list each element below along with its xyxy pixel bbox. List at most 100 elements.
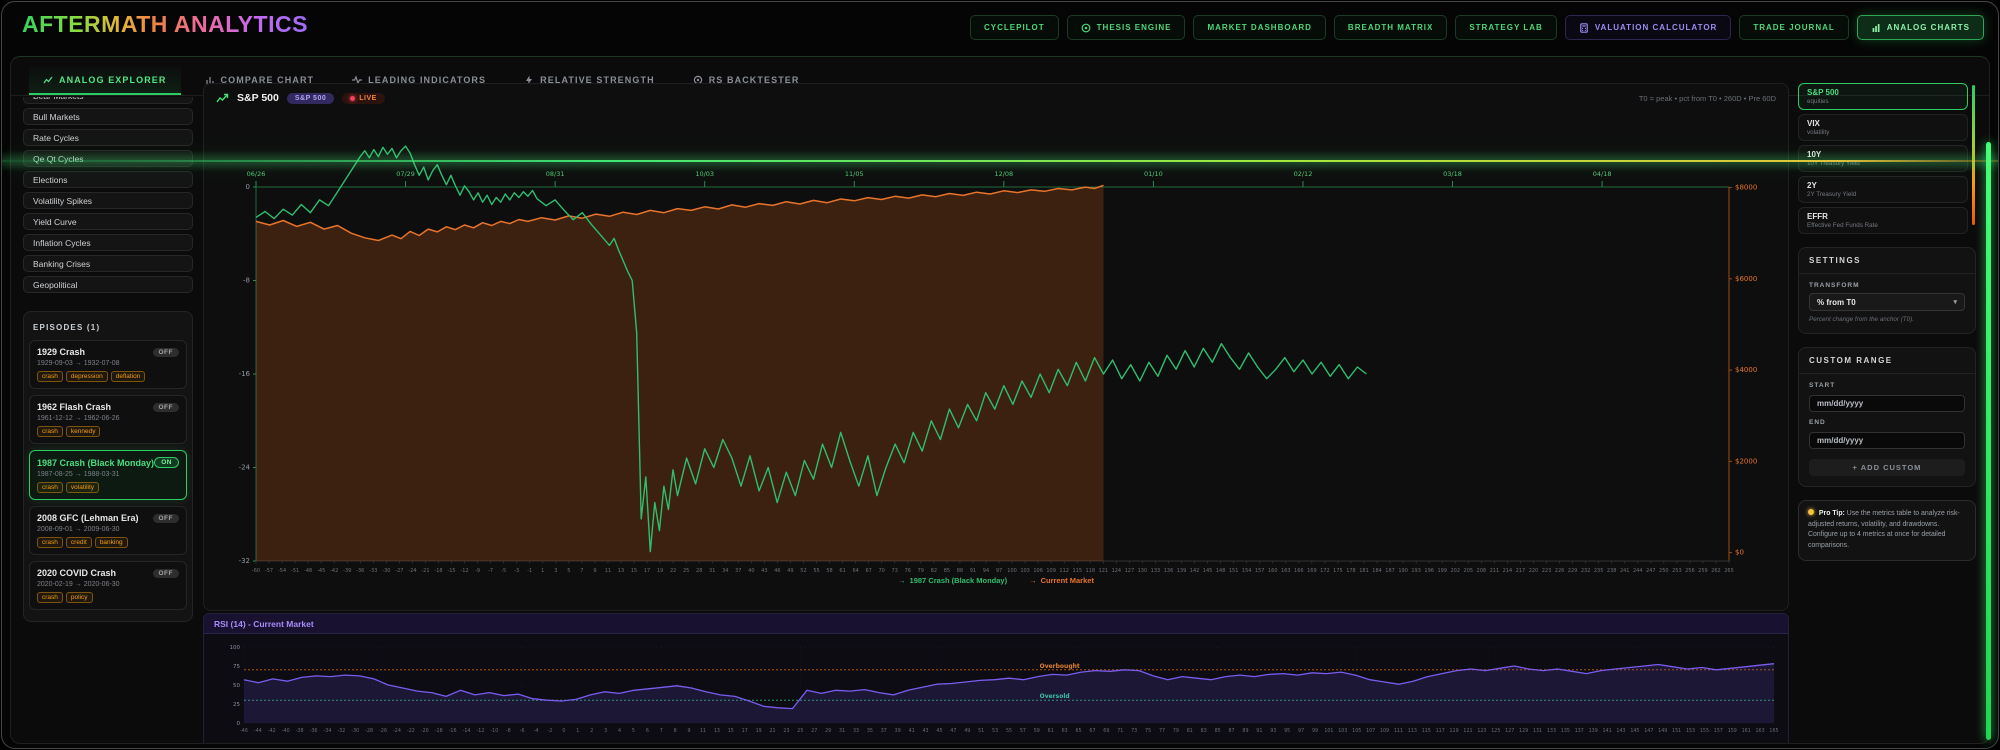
metric-list-scrollbar[interactable] (1972, 85, 1975, 225)
svg-text:69: 69 (1103, 728, 1109, 734)
nav-button-breadth-matrix[interactable]: BREADTH MATRIX (1333, 15, 1448, 40)
svg-text:117: 117 (1436, 728, 1445, 734)
episode-list: 1929 Crash OFF 1929-09-03 → 1932-07-08 cras… (29, 340, 187, 610)
episode-tag: crash (37, 426, 63, 437)
add-custom-button[interactable]: + ADD CUSTOM (1809, 459, 1965, 476)
episode-toggle[interactable]: OFF (152, 347, 179, 357)
svg-text:172: 172 (1320, 568, 1330, 574)
sidebar-item-banking-crises[interactable]: Banking Crises (23, 255, 193, 272)
nav-button-analog-charts[interactable]: ANALOG CHARTS (1856, 15, 1984, 40)
svg-text:99: 99 (1312, 728, 1318, 734)
episode-title: 2008 GFC (Lehman Era) (37, 513, 139, 523)
svg-text:142: 142 (1190, 568, 1200, 574)
episode-toggle[interactable]: ON (154, 457, 179, 468)
svg-text:85: 85 (1215, 728, 1221, 734)
live-dot-icon (350, 95, 356, 101)
svg-text:163: 163 (1756, 728, 1765, 734)
episode-toggle[interactable]: OFF (152, 568, 179, 578)
svg-text:47: 47 (950, 728, 956, 734)
settings-body: TRANSFORM % from T0 ▾ Percent change fro… (1799, 274, 1975, 333)
end-date-input[interactable] (1809, 432, 1965, 449)
sidebar-item-yield-curve[interactable]: Yield Curve (23, 213, 193, 230)
sidebar-item-elections[interactable]: Elections (23, 171, 193, 188)
custom-range-panel: CUSTOM RANGE START END + ADD CUSTOM (1798, 347, 1976, 487)
sidebar-item-inflation-cycles[interactable]: Inflation Cycles (23, 234, 193, 251)
episode-card[interactable]: 2020 COVID Crash OFF 2020-02-19 → 2020-06-… (29, 561, 187, 610)
svg-text:76: 76 (905, 568, 911, 574)
transform-select[interactable]: % from T0 ▾ (1809, 293, 1965, 311)
sidebar-item-bear-markets[interactable]: Bear Markets (23, 97, 193, 104)
metric-card-2y[interactable]: 2Y 2Y Treasury Yield (1798, 176, 1968, 203)
episode-tag: volatility (65, 482, 100, 493)
sidebar-item-qe-qt-cycles[interactable]: Qe Qt Cycles (23, 150, 193, 167)
svg-text:205: 205 (1464, 568, 1474, 574)
sidebar-item-bull-markets[interactable]: Bull Markets (23, 108, 193, 125)
main-panel: ANALOG EXPLORER COMPARE CHART LEADING INDI… (10, 56, 1990, 744)
sidebar-item-volatility-spikes[interactable]: Volatility Spikes (23, 192, 193, 209)
metric-card-effr[interactable]: EFFR Effective Fed Funds Rate (1798, 207, 1968, 234)
nav-button-cyclepilot[interactable]: CYCLEPILOT (970, 15, 1059, 40)
nav-button-label: ANALOG CHARTS (1886, 23, 1970, 32)
svg-text:223: 223 (1542, 568, 1552, 574)
svg-text:154: 154 (1242, 568, 1252, 574)
page-scrollbar[interactable] (1986, 142, 1991, 740)
svg-text:61: 61 (839, 568, 845, 574)
tab-analog-explorer[interactable]: ANALOG EXPLORER (29, 67, 181, 95)
svg-text:262: 262 (1711, 568, 1721, 574)
svg-text:214: 214 (1503, 568, 1513, 574)
episode-card[interactable]: 1987 Crash (Black Monday) ON 1987-08-25 → … (29, 450, 187, 500)
svg-text:103: 103 (1338, 728, 1347, 734)
svg-text:46: 46 (774, 568, 780, 574)
nav-button-label: STRATEGY LAB (1469, 23, 1543, 32)
svg-text:97: 97 (996, 568, 1002, 574)
svg-text:265: 265 (1724, 568, 1734, 574)
app-title: AFTERMATH ANALYTICS (22, 11, 308, 37)
sidebar-item-geopolitical[interactable]: Geopolitical (23, 276, 193, 293)
start-date-input[interactable] (1809, 395, 1965, 412)
svg-text:-16: -16 (239, 370, 251, 378)
svg-text:11/05: 11/05 (845, 170, 864, 178)
svg-text:157: 157 (1714, 728, 1723, 734)
svg-text:71: 71 (1117, 728, 1123, 734)
svg-text:129: 129 (1519, 728, 1528, 734)
svg-text:5: 5 (632, 728, 635, 734)
chart-icon (1872, 23, 1880, 32)
chevron-down-icon: ▾ (1953, 299, 1957, 306)
episode-card[interactable]: 1962 Flash Crash OFF 1961-12-12 → 1962-06-… (29, 395, 187, 444)
live-badge-label: LIVE (359, 94, 377, 102)
nav-button-market-dashboard[interactable]: MARKET DASHBOARD (1193, 15, 1326, 40)
svg-text:10/03: 10/03 (695, 170, 714, 178)
episode-toggle[interactable]: OFF (152, 513, 179, 523)
svg-text:145: 145 (1203, 568, 1213, 574)
metric-card-vix[interactable]: VIX volatility (1798, 114, 1968, 141)
svg-text:145: 145 (1630, 728, 1639, 734)
nav-button-thesis-engine[interactable]: THESIS ENGINE (1066, 15, 1186, 40)
svg-text:07/29: 07/29 (396, 170, 415, 178)
svg-text:125: 125 (1491, 728, 1500, 734)
episode-dates: 1929-09-03 → 1932-07-08 (37, 360, 120, 367)
episode-toggle[interactable]: OFF (152, 402, 179, 412)
episode-dates: 1961-12-12 → 1962-06-26 (37, 415, 120, 422)
custom-range-header: CUSTOM RANGE (1799, 348, 1975, 374)
nav-button-valuation-calculator[interactable]: VALUATION CALCULATOR (1564, 15, 1732, 40)
svg-text:190: 190 (1398, 568, 1408, 574)
top-nav: CYCLEPILOT THESIS ENGINE MARKET DASHBOARD B… (970, 15, 1984, 40)
svg-text:$6000: $6000 (1735, 275, 1757, 283)
chart-header: S&P 500 S&P 500 LIVE T0 = peak • pct fro… (216, 89, 1776, 107)
svg-text:-20: -20 (421, 728, 429, 734)
transform-caption: Percent change from the anchor (T0). (1809, 316, 1914, 323)
svg-text:111: 111 (1394, 728, 1403, 734)
episode-card[interactable]: 1929 Crash OFF 1929-09-03 → 1932-07-08 cras… (29, 340, 187, 389)
sidebar-item-rate-cycles[interactable]: Rate Cycles (23, 129, 193, 146)
settings-panel: SETTINGS TRANSFORM % from T0 ▾ Percent c… (1798, 247, 1976, 334)
svg-text:06/26: 06/26 (247, 170, 266, 178)
nav-button-trade-journal[interactable]: TRADE JOURNAL (1739, 15, 1849, 40)
metric-sub: equities (1807, 98, 1829, 105)
nav-button-strategy-lab[interactable]: STRATEGY LAB (1455, 15, 1557, 40)
episode-card-top: 1987 Crash (Black Monday) ON (37, 457, 179, 468)
metric-card-s&p-500[interactable]: S&P 500 equities (1798, 83, 1968, 110)
chart-meta: T0 = peak • pct from T0 • 260D • Pre 60D (1638, 93, 1776, 103)
metric-card-10y[interactable]: 10Y 10Y Treasury Yield (1798, 145, 1968, 172)
svg-text:12/08: 12/08 (994, 170, 1013, 178)
episode-card[interactable]: 2008 GFC (Lehman Era) OFF 2008-09-01 → 200… (29, 506, 187, 555)
